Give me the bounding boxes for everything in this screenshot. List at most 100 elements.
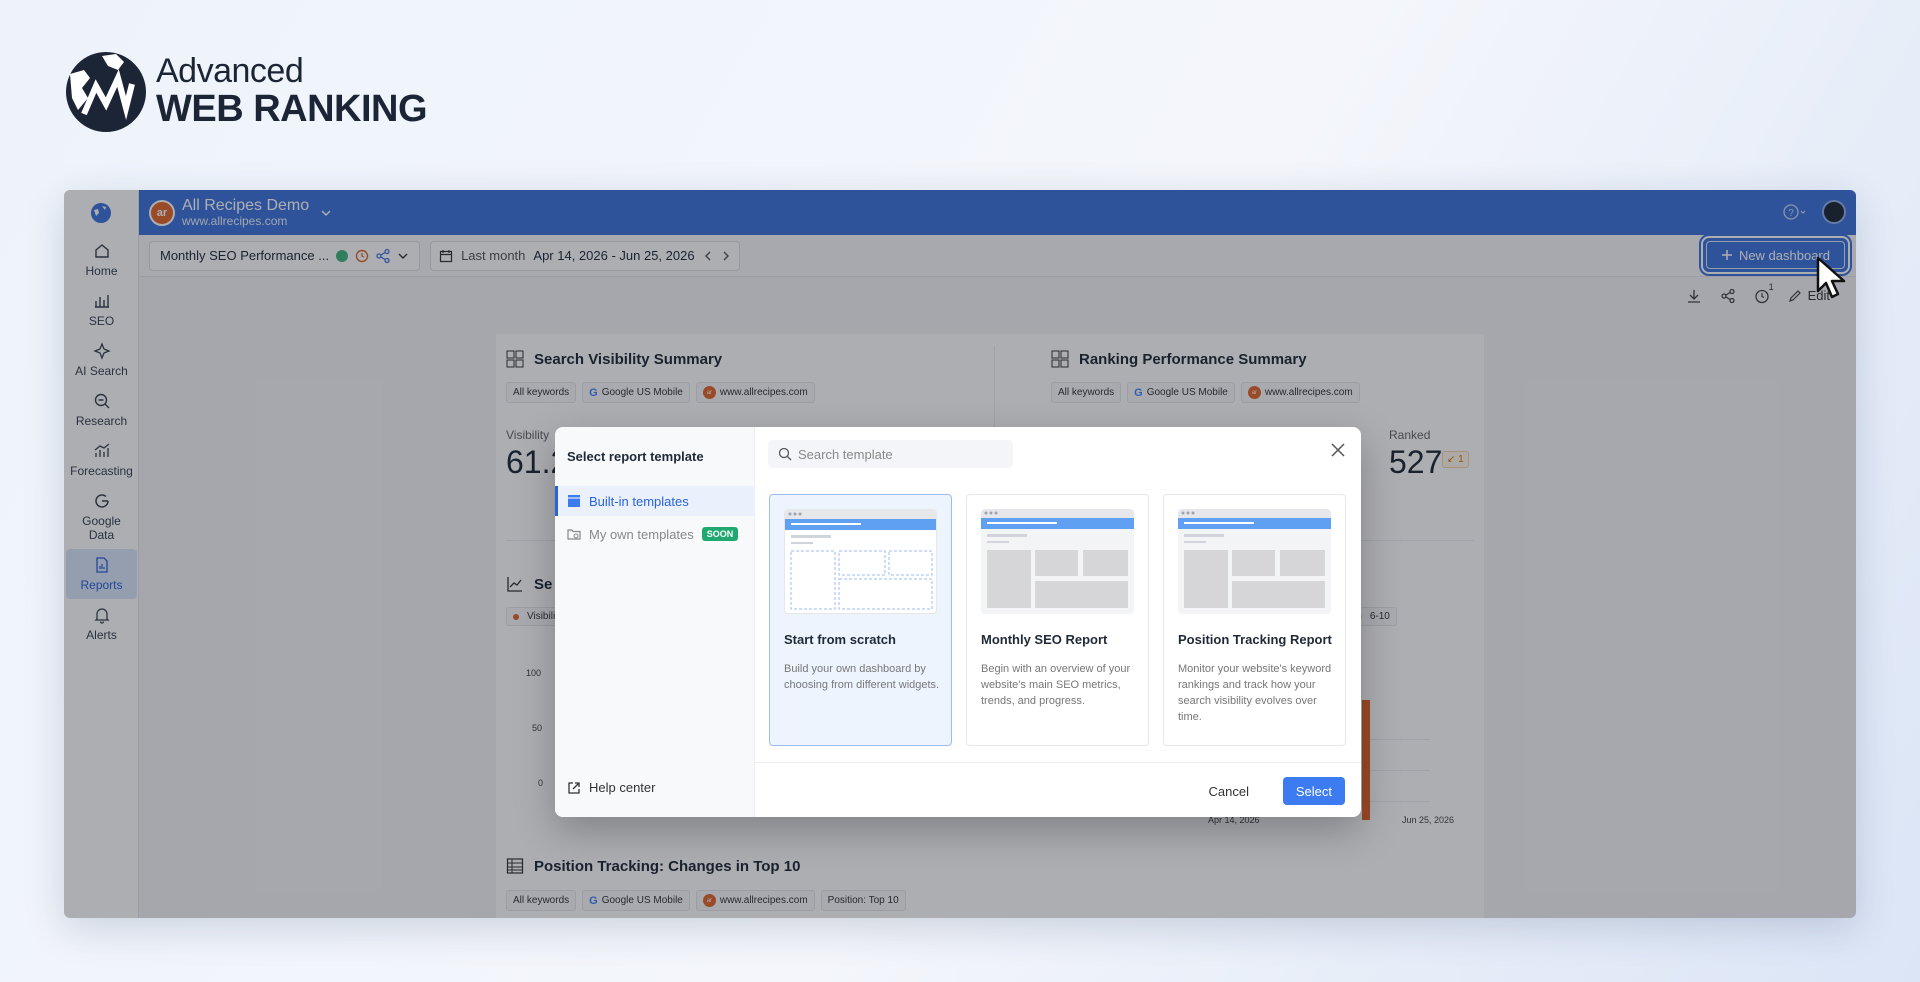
chip-engine: G Google US Mobile xyxy=(1127,382,1235,403)
folder-icon xyxy=(567,529,581,540)
share-icon xyxy=(376,248,390,263)
help-center-label: Help center xyxy=(589,780,656,795)
ranking-widget-title: Ranking Performance Summary xyxy=(1051,350,1307,368)
ranked-value: 527 xyxy=(1389,444,1443,480)
pencil-icon xyxy=(1788,289,1801,302)
sidebar-item-label: Research xyxy=(75,414,128,428)
template-description: Build your own dashboard by choosing fro… xyxy=(784,663,940,691)
nav-label: Built-in templates xyxy=(589,493,689,509)
template-card-scratch[interactable]: Start from scratch Build your own dashbo… xyxy=(769,494,952,746)
site-avatar: ar xyxy=(1247,386,1261,399)
dashboard-toolbar: Monthly SEO Performance ... Last month A… xyxy=(139,235,1856,277)
widget-title-text: Position Tracking: Changes in Top 10 xyxy=(534,857,801,875)
calendar-icon xyxy=(439,249,453,262)
nav-built-in-templates[interactable]: Built-in templates xyxy=(555,486,755,516)
soon-badge: SOON xyxy=(701,527,739,541)
project-avatar[interactable]: ar xyxy=(149,199,175,226)
legend-label: 6-10 xyxy=(1369,611,1390,622)
cancel-button[interactable]: Cancel xyxy=(1197,777,1261,805)
template-thumbnail xyxy=(784,509,937,614)
trend-legend: Visibili xyxy=(506,607,563,626)
sidebar-item-label: Alerts xyxy=(86,628,117,642)
template-card-monthly-seo[interactable]: Monthly SEO Report Begin with an overvie… xyxy=(966,494,1149,746)
sidebar-item-alerts[interactable]: Alerts xyxy=(66,599,137,649)
google-icon xyxy=(94,494,109,508)
chip-website: ar www.allrecipes.com xyxy=(1240,382,1360,403)
sidebar-item-seo[interactable]: SEO xyxy=(66,285,137,335)
template-description: Monitor your website's keyword rankings … xyxy=(1178,663,1332,723)
legend-label: Visibili xyxy=(527,611,556,622)
sidebar-item-reports[interactable]: Reports xyxy=(66,549,137,599)
chip-website-label: www.allrecipes.com xyxy=(719,895,808,906)
top-bar: ar All Recipes Demo www.allrecipes.com ? xyxy=(139,190,1856,235)
download-icon[interactable] xyxy=(1686,288,1702,304)
chip-website: ar www.allrecipes.com xyxy=(695,890,815,911)
select-template-modal: Select report template Built-in template… xyxy=(555,427,1361,817)
template-title: Start from scratch xyxy=(784,632,896,647)
nav-label: My own templates xyxy=(589,526,694,542)
site-avatar: ar xyxy=(702,894,716,907)
history-count: 1 xyxy=(1768,281,1774,292)
brand-logo: Advanced WEB RANKING xyxy=(62,48,428,134)
chip-engine: G Google US Mobile xyxy=(582,890,690,911)
date-range-picker[interactable]: Last month Apr 14, 2026 - Jun 25, 2026 xyxy=(430,240,740,271)
monthly-seo-thumbnail-graphic xyxy=(981,509,1134,608)
nav-my-own-templates[interactable]: My own templates SOON xyxy=(555,519,755,549)
dashboard-selector[interactable]: Monthly SEO Performance ... xyxy=(149,240,421,271)
globe-status-icon xyxy=(336,249,349,262)
sidebar-item-forecasting[interactable]: Forecasting xyxy=(66,435,137,485)
project-switcher[interactable]: All Recipes Demo www.allrecipes.com xyxy=(182,197,309,228)
chevron-down-icon[interactable] xyxy=(319,206,333,220)
sidebar-item-label: Forecasting xyxy=(70,464,133,478)
search-zoom-icon xyxy=(94,393,109,409)
chip-engine-label: Google US Mobile xyxy=(601,895,683,906)
chip-engine-label: Google US Mobile xyxy=(601,387,683,398)
legend-visibility: Visibili xyxy=(506,607,563,626)
brand-line2: WEB RANKING xyxy=(156,88,428,130)
template-thumbnail xyxy=(981,509,1134,614)
widget-title-text: Se xyxy=(534,575,553,593)
visibility-filter-chips: All keywords G Google US Mobile ar www.all… xyxy=(506,382,815,403)
grid-icon xyxy=(506,350,524,368)
chevron-left-icon[interactable] xyxy=(703,250,713,262)
sidebar: Home SEO AI Search Research Forecasting … xyxy=(64,190,139,918)
globe-icon xyxy=(91,202,111,223)
modal-heading: Select report template xyxy=(567,449,704,464)
template-description: Begin with an overview of your website's… xyxy=(981,663,1131,707)
chip-website-label: www.allrecipes.com xyxy=(1264,387,1353,398)
share-icon[interactable] xyxy=(1720,288,1736,304)
chip-website: ar www.allrecipes.com xyxy=(695,382,815,403)
search-placeholder: Search template xyxy=(798,446,893,462)
line-chart-icon xyxy=(507,577,522,592)
history-button[interactable]: 1 xyxy=(1754,282,1774,304)
sidebar-item-ai-search[interactable]: AI Search xyxy=(66,335,137,385)
project-url: www.allrecipes.com xyxy=(182,213,288,228)
sidebar-item-label: AI Search xyxy=(75,364,128,378)
help-center-link[interactable]: Help center xyxy=(567,780,655,795)
clock-icon xyxy=(355,249,369,262)
sidebar-item-google-data[interactable]: Google Data xyxy=(66,485,137,549)
y-tick: 50 xyxy=(532,723,543,733)
sidebar-item-research[interactable]: Research xyxy=(66,385,137,435)
close-icon[interactable] xyxy=(1329,441,1347,459)
sidebar-logo[interactable] xyxy=(64,190,138,235)
template-card-position-tracking[interactable]: Position Tracking Report Monitor your we… xyxy=(1163,494,1346,746)
template-cards: Start from scratch Build your own dashbo… xyxy=(769,494,1346,746)
google-icon: G xyxy=(589,894,598,907)
svg-text:?: ? xyxy=(1788,208,1794,219)
user-avatar[interactable] xyxy=(1822,200,1846,224)
select-button[interactable]: Select xyxy=(1282,777,1345,805)
sparkle-icon xyxy=(92,342,111,360)
template-thumbnail xyxy=(1178,509,1331,614)
plus-icon xyxy=(1721,250,1732,260)
globe-logo-icon xyxy=(66,52,146,132)
template-search-input[interactable]: Search template xyxy=(768,440,1013,468)
chip-keywords: All keywords xyxy=(1051,382,1122,403)
modal-footer: Cancel Select xyxy=(755,762,1361,817)
help-icon[interactable]: ? xyxy=(1782,203,1808,221)
chevron-down-icon xyxy=(398,253,408,259)
chevron-right-icon[interactable] xyxy=(721,250,731,262)
project-name: All Recipes Demo xyxy=(182,197,310,215)
sidebar-item-home[interactable]: Home xyxy=(66,235,137,285)
search-icon xyxy=(778,447,792,461)
